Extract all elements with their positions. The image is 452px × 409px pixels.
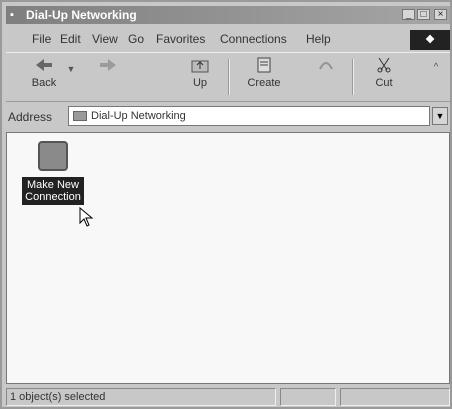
- window-title: Dial-Up Networking: [26, 8, 137, 22]
- folder-icon: ▪: [10, 9, 14, 21]
- forward-arrow-icon: [100, 59, 116, 71]
- folder-view[interactable]: Make New Connection: [6, 132, 450, 384]
- scissors-icon: [377, 57, 391, 73]
- status-pane-2: [280, 388, 336, 406]
- minimize-button[interactable]: _: [402, 9, 415, 20]
- menu-go[interactable]: Go: [128, 32, 144, 46]
- mouse-cursor-icon: [79, 207, 94, 227]
- menu-connections[interactable]: Connections: [220, 32, 287, 46]
- menu-view[interactable]: View: [92, 32, 118, 46]
- dial-icon: [319, 62, 333, 70]
- create-label: Create: [247, 77, 281, 89]
- make-new-connection-item[interactable]: Make New Connection: [21, 141, 85, 205]
- menu-favorites[interactable]: Favorites: [156, 32, 205, 46]
- menu-help[interactable]: Help: [306, 32, 331, 46]
- chevron-down-icon: ▼: [435, 111, 445, 121]
- address-bar: Address Dial-Up Networking ▼: [6, 106, 450, 128]
- toolbar: Back ▼ Up Create Cut ^: [6, 52, 450, 102]
- item-label: Make New Connection: [22, 177, 84, 205]
- cut-label: Cut: [375, 77, 393, 89]
- menu-edit[interactable]: Edit: [60, 32, 81, 46]
- cut-button[interactable]: Cut: [362, 57, 406, 97]
- explorer-window: ▪ Dial-Up Networking _ □ × File Edit Vie…: [0, 0, 452, 409]
- menu-bar: File Edit View Go Favorites Connections …: [6, 30, 450, 50]
- maximize-button[interactable]: □: [417, 9, 430, 20]
- back-arrow-icon: [36, 59, 52, 71]
- close-button[interactable]: ×: [434, 9, 447, 20]
- toolbar-separator: [352, 59, 354, 95]
- status-bar: 1 object(s) selected: [6, 388, 450, 406]
- title-bar: ▪ Dial-Up Networking _ □ ×: [6, 6, 450, 24]
- create-button[interactable]: Create: [242, 57, 286, 97]
- menu-file[interactable]: File: [32, 32, 51, 46]
- chevron-down-icon: ▼: [66, 64, 76, 74]
- up-button[interactable]: Up: [178, 57, 222, 97]
- back-dropdown[interactable]: ▼: [64, 57, 78, 97]
- windows-logo-icon: ❖: [410, 30, 450, 50]
- make-new-connection-icon: [38, 141, 68, 171]
- dial-button[interactable]: [304, 57, 348, 97]
- up-label: Up: [192, 77, 208, 89]
- create-icon: [257, 57, 271, 73]
- toolbar-separator: [228, 59, 230, 95]
- forward-button[interactable]: [86, 57, 130, 97]
- toolbar-more[interactable]: ^: [426, 57, 446, 97]
- dialup-folder-icon: [73, 111, 87, 121]
- more-icon: ^: [433, 62, 439, 73]
- back-label: Back: [31, 77, 57, 89]
- status-pane-3: [340, 388, 450, 406]
- address-dropdown-button[interactable]: ▼: [432, 107, 448, 125]
- back-button[interactable]: Back: [22, 57, 66, 97]
- address-label: Address: [8, 110, 53, 124]
- status-text: 1 object(s) selected: [6, 388, 276, 406]
- address-field[interactable]: Dial-Up Networking: [68, 106, 430, 126]
- up-folder-icon: [191, 60, 209, 73]
- address-value: Dial-Up Networking: [91, 110, 186, 122]
